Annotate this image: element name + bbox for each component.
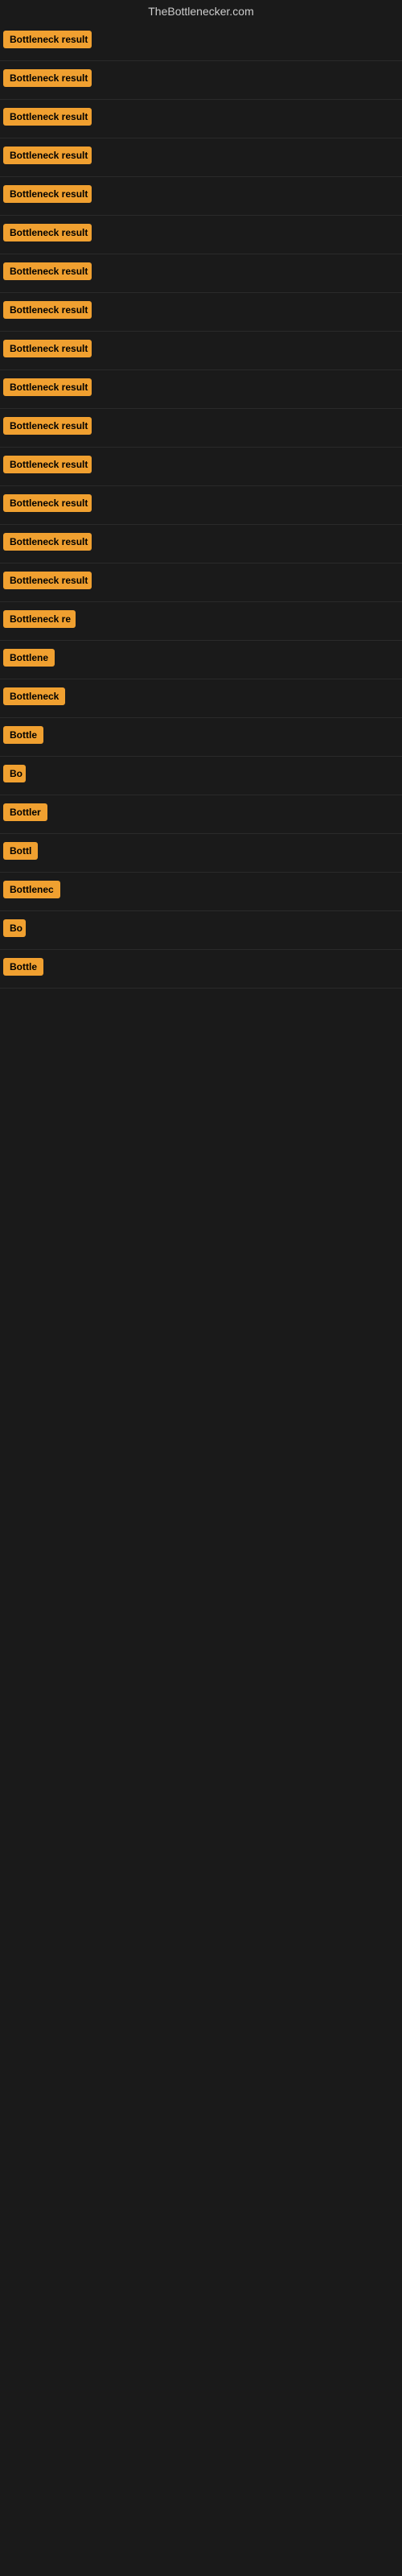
bottleneck-result-badge[interactable]: Bottleneck result xyxy=(3,378,92,396)
bottleneck-result-badge[interactable]: Bo xyxy=(3,765,26,782)
result-row: Bottleneck result xyxy=(0,332,402,370)
result-row: Bottlene xyxy=(0,641,402,679)
bottleneck-result-badge[interactable]: Bottleneck result xyxy=(3,108,92,126)
bottleneck-result-badge[interactable]: Bottleneck result xyxy=(3,572,92,589)
bottleneck-result-badge[interactable]: Bottleneck result xyxy=(3,494,92,512)
result-row: Bottleneck result xyxy=(0,23,402,61)
bottleneck-result-badge[interactable]: Bottleneck result xyxy=(3,301,92,319)
result-row: Bottlenec xyxy=(0,873,402,911)
result-row: Bottl xyxy=(0,834,402,873)
badges-list: Bottleneck result Bottleneck result Bottle… xyxy=(0,23,402,989)
result-row: Bottleneck result xyxy=(0,486,402,525)
bottleneck-result-badge[interactable]: Bottleneck result xyxy=(3,147,92,164)
result-row: Bottleneck result xyxy=(0,525,402,564)
bottleneck-result-badge[interactable]: Bottleneck result xyxy=(3,340,92,357)
result-row: Bottleneck result xyxy=(0,138,402,177)
bottleneck-result-badge[interactable]: Bottleneck result xyxy=(3,31,92,48)
result-row: Bottler xyxy=(0,795,402,834)
bottleneck-result-badge[interactable]: Bottlenec xyxy=(3,881,60,898)
bottleneck-result-badge[interactable]: Bottle xyxy=(3,958,43,976)
result-row: Bottle xyxy=(0,718,402,757)
result-row: Bottleneck result xyxy=(0,564,402,602)
result-row: Bottle xyxy=(0,950,402,989)
bottleneck-result-badge[interactable]: Bottleneck re xyxy=(3,610,76,628)
result-row: Bottleneck result xyxy=(0,448,402,486)
result-row: Bo xyxy=(0,757,402,795)
result-row: Bottleneck result xyxy=(0,409,402,448)
result-row: Bottleneck result xyxy=(0,177,402,216)
result-row: Bottleneck result xyxy=(0,216,402,254)
bottleneck-result-badge[interactable]: Bottleneck result xyxy=(3,262,92,280)
bottleneck-result-badge[interactable]: Bottler xyxy=(3,803,47,821)
result-row: Bottleneck xyxy=(0,679,402,718)
result-row: Bottleneck result xyxy=(0,100,402,138)
bottleneck-result-badge[interactable]: Bottleneck result xyxy=(3,456,92,473)
site-title: TheBottlenecker.com xyxy=(0,0,402,23)
result-row: Bottleneck result xyxy=(0,254,402,293)
bottleneck-result-badge[interactable]: Bottle xyxy=(3,726,43,744)
result-row: Bottleneck result xyxy=(0,61,402,100)
bottleneck-result-badge[interactable]: Bottleneck result xyxy=(3,224,92,242)
result-row: Bottleneck result xyxy=(0,293,402,332)
bottleneck-result-badge[interactable]: Bottleneck xyxy=(3,687,65,705)
bottleneck-result-badge[interactable]: Bottleneck result xyxy=(3,417,92,435)
result-row: Bottleneck re xyxy=(0,602,402,641)
bottleneck-result-badge[interactable]: Bottl xyxy=(3,842,38,860)
bottleneck-result-badge[interactable]: Bo xyxy=(3,919,26,937)
bottleneck-result-badge[interactable]: Bottleneck result xyxy=(3,185,92,203)
bottleneck-result-badge[interactable]: Bottleneck result xyxy=(3,69,92,87)
site-title-text: TheBottlenecker.com xyxy=(148,5,254,18)
result-row: Bottleneck result xyxy=(0,370,402,409)
result-row: Bo xyxy=(0,911,402,950)
bottleneck-result-badge[interactable]: Bottlene xyxy=(3,649,55,667)
bottleneck-result-badge[interactable]: Bottleneck result xyxy=(3,533,92,551)
